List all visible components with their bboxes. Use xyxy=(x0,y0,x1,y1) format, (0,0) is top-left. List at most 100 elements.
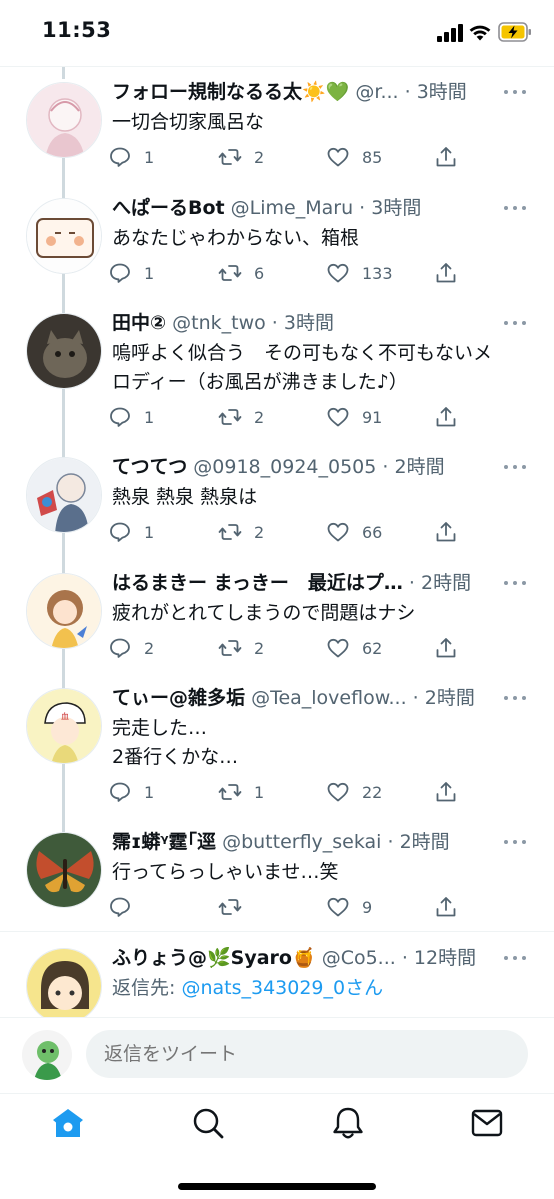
handle[interactable]: @0918_0924_0505 xyxy=(193,456,376,478)
like-button[interactable]: 62 xyxy=(326,633,382,663)
retweet-button[interactable]: 6 xyxy=(218,258,264,288)
reply-count: 1 xyxy=(144,263,155,283)
tweet[interactable]: 血 てぃー@雑多垢 @Tea_loveflow... · 2時間 完走した… 2… xyxy=(0,683,554,813)
display-name[interactable]: はるまきー まっきー 最近はプ… xyxy=(112,572,403,594)
tweet-text: 嗚呼よく似合う その可もなく不可もないメ ロディー（お風呂が沸きました♪） xyxy=(112,339,532,397)
retweet-button[interactable]: 2 xyxy=(218,402,264,432)
home-icon[interactable] xyxy=(50,1106,86,1140)
heart-icon xyxy=(327,638,349,658)
user-avatar[interactable] xyxy=(22,1030,72,1080)
tweet[interactable]: はるまきー まっきー 最近はプ… · 2時間 疲れがとれてしまうので問題はナシ … xyxy=(0,568,554,668)
avatar[interactable] xyxy=(26,573,102,649)
display-name[interactable]: てぃー@雑多垢 xyxy=(112,687,245,709)
retweet-button[interactable] xyxy=(218,892,254,922)
retweet-button[interactable]: 2 xyxy=(218,517,264,547)
timestamp[interactable]: · 2時間 xyxy=(409,572,471,594)
timestamp[interactable]: · 3時間 xyxy=(405,81,467,103)
tweet-actions: 1 6 133 xyxy=(108,258,538,288)
tweet-actions: 1 1 22 xyxy=(108,777,538,807)
display-name[interactable]: てつてつ xyxy=(112,456,187,478)
reply-input[interactable] xyxy=(86,1030,528,1078)
reply-button[interactable]: 1 xyxy=(108,517,154,547)
timestamp[interactable]: · 2時間 xyxy=(413,687,475,709)
display-name[interactable]: フォロー規制なるる太☀️💚 xyxy=(112,81,349,103)
like-count: 91 xyxy=(362,407,383,427)
share-button[interactable] xyxy=(434,892,458,922)
reply-button[interactable]: 1 xyxy=(108,777,154,807)
handle[interactable]: @Lime_Maru xyxy=(231,197,353,219)
status-bar: 11:53 xyxy=(0,0,554,66)
display-name[interactable]: 田中② xyxy=(112,312,166,334)
timestamp[interactable]: · 2時間 xyxy=(382,456,444,478)
avatar[interactable] xyxy=(26,832,102,908)
avatar[interactable] xyxy=(26,82,102,158)
avatar[interactable]: 血 xyxy=(26,688,102,764)
more-options-icon[interactable] xyxy=(503,203,527,213)
more-options-icon[interactable] xyxy=(503,318,527,328)
share-button[interactable] xyxy=(434,777,458,807)
timestamp[interactable]: · 12時間 xyxy=(402,947,476,969)
tweet[interactable]: てつてつ @0918_0924_0505 · 2時間 熱泉 熱泉 熱泉は 1 2… xyxy=(0,452,554,552)
svg-text:血: 血 xyxy=(61,711,69,721)
tweet-text: 行ってらっしゃいませ…笑 xyxy=(112,858,532,887)
display-name[interactable]: ふりょう@🌿Syaro🍯 xyxy=(112,947,316,969)
handle[interactable]: @r... xyxy=(355,81,398,103)
more-options-icon[interactable] xyxy=(503,953,527,963)
retweet-button[interactable]: 2 xyxy=(218,633,264,663)
tweet-text-line: 一切合切家風呂な xyxy=(112,111,265,133)
tweet[interactable]: フォロー規制なるる太☀️💚 @r... · 3時間 一切合切家風呂な 1 2 8… xyxy=(0,77,554,177)
like-button[interactable]: 91 xyxy=(326,402,382,432)
like-button[interactable]: 85 xyxy=(326,142,382,172)
tweet[interactable]: ふりょう@🌿Syaro🍯 @Co5... · 12時間 返信先: @nats_3… xyxy=(0,943,554,1017)
avatar[interactable] xyxy=(26,457,102,533)
reply-button[interactable]: 1 xyxy=(108,258,154,288)
notifications-icon[interactable] xyxy=(330,1106,366,1140)
more-options-icon[interactable] xyxy=(503,693,527,703)
cellular-signal-icon xyxy=(437,24,463,42)
timestamp[interactable]: · 2時間 xyxy=(388,831,450,853)
tweet[interactable]: 霈ɪ蟒ᵞ霆｢逕 @butterfly_sekai · 2時間 行ってらっしゃいま… xyxy=(0,827,554,927)
messages-icon[interactable] xyxy=(469,1106,505,1140)
share-button[interactable] xyxy=(434,142,458,172)
more-options-icon[interactable] xyxy=(503,837,527,847)
retweet-button[interactable]: 2 xyxy=(218,142,264,172)
share-button[interactable] xyxy=(434,258,458,288)
avatar[interactable] xyxy=(26,948,102,1017)
handle[interactable]: @tnk_two xyxy=(172,312,266,334)
avatar[interactable] xyxy=(26,313,102,389)
like-count: 133 xyxy=(362,263,393,283)
avatar[interactable] xyxy=(26,198,102,274)
reply-button[interactable] xyxy=(108,892,144,922)
retweet-button[interactable]: 1 xyxy=(218,777,264,807)
reply-icon xyxy=(110,522,130,542)
retweet-count: 2 xyxy=(254,407,265,427)
like-button[interactable]: 22 xyxy=(326,777,382,807)
reply-button[interactable]: 2 xyxy=(108,633,154,663)
reply-to-link[interactable]: @nats_343029_0さん xyxy=(181,977,383,999)
display-name[interactable]: へぱーるBot xyxy=(112,197,225,219)
tweet[interactable]: 田中② @tnk_two · 3時間 嗚呼よく似合う その可もなく不可もないメ … xyxy=(0,308,554,438)
timestamp[interactable]: · 3時間 xyxy=(359,197,421,219)
timestamp[interactable]: · 3時間 xyxy=(272,312,334,334)
reply-button[interactable]: 1 xyxy=(108,402,154,432)
share-button[interactable] xyxy=(434,517,458,547)
like-button[interactable]: 66 xyxy=(326,517,382,547)
share-button[interactable] xyxy=(434,633,458,663)
more-options-icon[interactable] xyxy=(503,462,527,472)
like-button[interactable]: 9 xyxy=(326,892,372,922)
reply-icon xyxy=(110,263,130,283)
reply-button[interactable]: 1 xyxy=(108,142,154,172)
tweet-header: ふりょう@🌿Syaro🍯 @Co5... · 12時間 xyxy=(112,943,496,973)
tweet[interactable]: へぱーるBot @Lime_Maru · 3時間 あなたじゃわからない、箱根 1… xyxy=(0,193,554,293)
handle[interactable]: @butterfly_sekai xyxy=(222,831,381,853)
header-divider xyxy=(0,66,554,67)
display-name[interactable]: 霈ɪ蟒ᵞ霆｢逕 xyxy=(112,831,216,853)
tweet-text-line: ロディー（お風呂が沸きました♪） xyxy=(112,371,408,393)
share-button[interactable] xyxy=(434,402,458,432)
search-icon[interactable] xyxy=(190,1106,226,1140)
like-button[interactable]: 133 xyxy=(326,258,393,288)
handle[interactable]: @Tea_loveflow... xyxy=(251,687,407,709)
more-options-icon[interactable] xyxy=(503,87,527,97)
more-options-icon[interactable] xyxy=(503,578,527,588)
handle[interactable]: @Co5... xyxy=(322,947,396,969)
